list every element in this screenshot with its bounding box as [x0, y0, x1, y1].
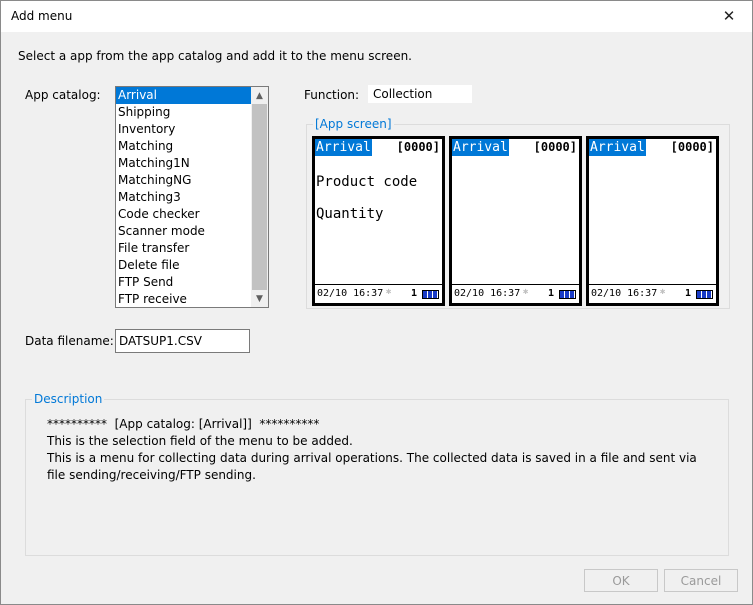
data-filename-label: Data filename:: [25, 334, 114, 348]
cancel-button[interactable]: Cancel: [664, 569, 738, 592]
catalog-scrollbar[interactable]: ▲ ▼: [251, 87, 268, 307]
device-number: 1: [685, 288, 692, 299]
close-icon: ✕: [722, 7, 736, 25]
app-screen-label: [App screen]: [313, 117, 394, 131]
app-catalog-list[interactable]: Arrival Shipping Inventory Matching Matching…: [115, 86, 269, 308]
data-filename-input[interactable]: DATSUP1.CSV: [115, 329, 250, 353]
scrollbar-thumb[interactable]: [252, 104, 267, 290]
app-screen-preview: Arrival [0000] 02/10 16:37 ✱ 1: [449, 136, 582, 306]
description-line: This is a menu for collecting data durin…: [47, 451, 701, 482]
device-display: Arrival [0000] 02/10 16:37 ✱ 1: [589, 139, 716, 303]
chevron-down-icon: ▼: [256, 293, 263, 304]
device-footer: 02/10 16:37 ✱ 1: [315, 284, 442, 303]
bluetooth-icon: ✱: [386, 287, 392, 297]
instruction-text: Select a app from the app catalog and ad…: [18, 49, 412, 63]
function-label: Function:: [304, 88, 360, 102]
app-screen-group: [App screen] Arrival [0000] Product code Qu…: [306, 117, 730, 309]
catalog-items: Arrival Shipping Inventory Matching Matching…: [116, 87, 251, 307]
description-group: Description ********** [App catalog: [Ar…: [25, 392, 729, 556]
device-title: Arrival: [315, 139, 372, 156]
catalog-item[interactable]: FTP Send: [116, 274, 251, 291]
device-header: Arrival [0000]: [315, 139, 442, 156]
device-count: [0000]: [396, 140, 440, 154]
catalog-item[interactable]: MatchingNG: [116, 172, 251, 189]
device-count: [0000]: [670, 140, 714, 154]
device-count: [0000]: [533, 140, 577, 154]
app-screen-preview: Arrival [0000] Product code Quantity 02/10 1…: [312, 136, 445, 306]
device-title: Arrival: [589, 139, 646, 156]
window-title: Add menu: [11, 9, 73, 23]
device-time: 02/10 16:37: [454, 288, 521, 299]
device-footer: 02/10 16:37 ✱ 1: [589, 284, 716, 303]
description-line: This is the selection field of the menu …: [47, 434, 353, 448]
description-label: Description: [32, 392, 105, 406]
catalog-item[interactable]: FTP receive: [116, 291, 251, 307]
device-display: Arrival [0000] Product code Quantity 02/10 1…: [315, 139, 442, 303]
catalog-item[interactable]: Shipping: [116, 104, 251, 121]
catalog-item[interactable]: Code checker: [116, 206, 251, 223]
function-value: Collection: [368, 85, 472, 103]
close-button[interactable]: ✕: [706, 1, 752, 31]
chevron-up-icon: ▲: [256, 90, 263, 101]
device-header: Arrival [0000]: [589, 139, 716, 156]
app-screen-preview: Arrival [0000] 02/10 16:37 ✱ 1: [586, 136, 719, 306]
catalog-item[interactable]: Arrival: [116, 87, 251, 104]
battery-icon: [696, 290, 713, 299]
bluetooth-icon: ✱: [523, 287, 529, 297]
battery-icon: [559, 290, 576, 299]
title-bar: Add menu ✕: [1, 1, 752, 32]
scroll-up-button[interactable]: ▲: [251, 87, 268, 104]
catalog-item[interactable]: Matching1N: [116, 155, 251, 172]
device-number: 1: [411, 288, 418, 299]
device-line: Quantity: [316, 206, 384, 222]
catalog-item[interactable]: Matching3: [116, 189, 251, 206]
app-catalog-label: App catalog:: [25, 88, 101, 102]
catalog-item[interactable]: Inventory: [116, 121, 251, 138]
catalog-item[interactable]: Delete file: [116, 257, 251, 274]
battery-icon: [422, 290, 439, 299]
device-footer: 02/10 16:37 ✱ 1: [452, 284, 579, 303]
catalog-item[interactable]: Matching: [116, 138, 251, 155]
device-number: 1: [548, 288, 555, 299]
catalog-item[interactable]: Scanner mode: [116, 223, 251, 240]
add-menu-dialog: Add menu ✕ Select a app from the app cat…: [0, 0, 753, 605]
device-display: Arrival [0000] 02/10 16:37 ✱ 1: [452, 139, 579, 303]
catalog-item[interactable]: File transfer: [116, 240, 251, 257]
device-time: 02/10 16:37: [591, 288, 658, 299]
device-time: 02/10 16:37: [317, 288, 384, 299]
scroll-down-button[interactable]: ▼: [251, 290, 268, 307]
device-line: Product code: [316, 174, 418, 190]
description-line: ********** [App catalog: [Arrival]] ****…: [47, 417, 320, 431]
device-title: Arrival: [452, 139, 509, 156]
ok-button[interactable]: OK: [584, 569, 658, 592]
bluetooth-icon: ✱: [660, 287, 666, 297]
device-header: Arrival [0000]: [452, 139, 579, 156]
description-text: ********** [App catalog: [Arrival]] ****…: [47, 416, 717, 484]
